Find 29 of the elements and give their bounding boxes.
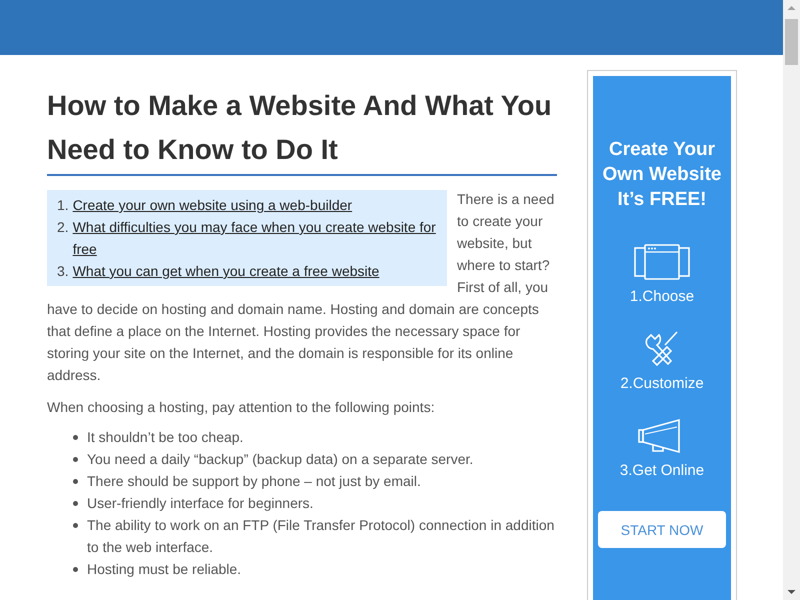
article-title: How to Make a Website And What You Need to Know to Do It [47, 84, 557, 176]
list-item: Hosting must be reliable. [87, 560, 242, 579]
list-number: 3. [57, 262, 69, 281]
paragraph: When choosing a hosting, pay attention to the following points: [47, 398, 436, 417]
intro-paragraph: have to decide on hosting and domain name. Hosting and domain are concepts that define a place on the Internet. Hosting provides the necessary space for storing your site on the Internet, and the domain is responsible for its online address. [47, 300, 540, 385]
list-item: User-friendly interface for beginners. [87, 494, 314, 513]
toc-link[interactable]: What you can get when you create a free website [72, 260, 380, 282]
bullet-icon [73, 479, 78, 484]
bullet-icon [73, 567, 78, 572]
list-number: 2. [57, 218, 69, 237]
list-item: It shouldn’t be too cheap. [87, 428, 244, 447]
list-item: You need a daily “backup” (backup data) on a separate server. [87, 450, 474, 469]
bullet-icon [73, 435, 78, 440]
bullet-icon [73, 523, 78, 528]
browser-window-icon [631, 242, 693, 282]
list-number: 1. [57, 196, 69, 215]
bullet-icon [73, 457, 78, 462]
list-item: There should be support by phone – not just by email. [87, 472, 421, 491]
intro-paragraph: There is a need to create your website, but where to start? First of all, you [457, 190, 556, 297]
scroll-thumb[interactable] [785, 19, 798, 65]
list-item: The ability to work on an FTP (File Transfer Protocol) connection in addition to the web interface. [87, 516, 556, 557]
toc-link[interactable]: Create your own website using a web-builder [72, 194, 352, 216]
toc-link[interactable]: What difficulties you may face when you create website for free [72, 216, 439, 260]
ad-headline: Create Your Own Website It’s FREE! [602, 138, 722, 212]
scrollbar[interactable] [783, 0, 800, 600]
bullet-icon [73, 501, 78, 506]
step-label: 2.Customize [620, 375, 704, 392]
step-label: 1.Choose [630, 288, 694, 305]
step-label: 3.Get Online [620, 462, 704, 479]
